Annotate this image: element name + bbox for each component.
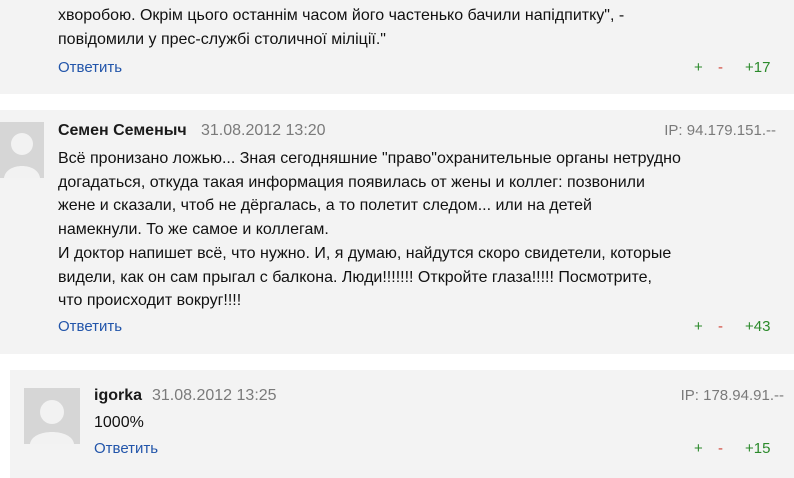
vote-down-button[interactable]: - xyxy=(718,59,723,76)
vote-down-button[interactable]: - xyxy=(718,440,723,457)
comment-text: 1000% xyxy=(94,414,144,431)
comment-score: +17 xyxy=(745,59,771,76)
comment-author[interactable]: Семен Семеныч xyxy=(58,122,187,140)
comment-1: хворобою. Окрім цього останнім часом йог… xyxy=(0,0,794,94)
avatar-icon xyxy=(0,122,44,178)
reply-button[interactable]: Ответить xyxy=(94,440,158,457)
comment-author[interactable]: igorka xyxy=(94,387,142,405)
comment-date: 31.08.2012 13:25 xyxy=(152,387,277,404)
vote-up-button[interactable]: + xyxy=(694,318,703,335)
vote-up-button[interactable]: + xyxy=(694,59,703,76)
comment-score: +43 xyxy=(745,318,771,335)
avatar-icon xyxy=(24,388,80,444)
reply-button[interactable]: Ответить xyxy=(58,59,122,76)
comment-2: Семен Семеныч 31.08.2012 13:20 IP: 94.17… xyxy=(0,110,794,354)
comment-date: 31.08.2012 13:20 xyxy=(201,122,326,139)
reply-button[interactable]: Ответить xyxy=(58,318,122,335)
vote-down-button[interactable]: - xyxy=(718,318,723,335)
comment-score: +15 xyxy=(745,440,771,457)
vote-up-button[interactable]: + xyxy=(694,440,703,457)
comment-text: хворобою. Окрім цього останнім часом йог… xyxy=(58,7,625,48)
comment-ip: IP: 178.94.91.-- xyxy=(680,387,784,404)
comment-text: Всё пронизано ложью... Зная сегодняшние … xyxy=(58,150,681,310)
comment-3: igorka 31.08.2012 13:25 IP: 178.94.91.--… xyxy=(10,370,794,478)
comment-ip: IP: 94.179.151.-- xyxy=(664,122,776,139)
comment-separator xyxy=(0,94,794,110)
comment-separator xyxy=(0,354,794,370)
